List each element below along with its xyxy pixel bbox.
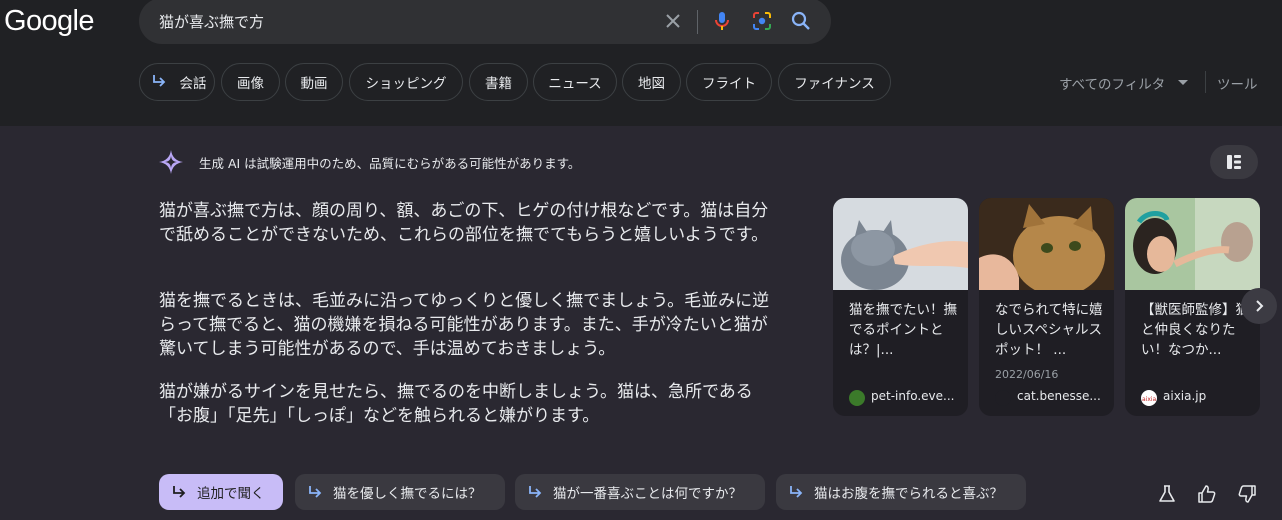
tab-videos[interactable]: 動画 [285, 63, 343, 101]
tab-label: 書籍 [485, 76, 512, 92]
tab-maps[interactable]: 地図 [622, 63, 681, 101]
reply-arrow-icon [173, 486, 186, 498]
chevron-right-icon [1256, 300, 1264, 312]
reply-arrow-icon [153, 75, 166, 87]
tab-label: フライト [702, 76, 756, 92]
layout-toggle-button[interactable] [1210, 145, 1258, 179]
tools-divider [1205, 71, 1206, 93]
card-date: 2022/06/16 [995, 368, 1059, 381]
tab-news[interactable]: ニュース [533, 63, 617, 101]
lens-icon[interactable] [750, 9, 774, 33]
source-card[interactable]: 猫を撫でたい！撫でるポイントとは？|... pet-info.eve... [833, 198, 968, 416]
thumbs-down-icon[interactable] [1237, 484, 1257, 504]
svg-text:aixia: aixia [1142, 396, 1157, 403]
tab-flights[interactable]: フライト [686, 63, 772, 101]
reply-arrow-icon [309, 486, 322, 498]
tools-button[interactable]: ツール [1217, 73, 1258, 93]
search-box[interactable]: 猫が喜ぶ撫で方 [139, 0, 831, 44]
all-filters-button[interactable]: すべてのフィルタ [1059, 73, 1165, 93]
tab-label: ファイナンス [794, 76, 875, 92]
card-source: pet-info.eve... [871, 389, 955, 403]
card-source: aixia.jp [1163, 389, 1207, 403]
followup-label: 追加で聞く [197, 486, 265, 502]
followup-label: 猫はお腹を撫でられると喜ぶ？ [814, 486, 1003, 502]
favicon [849, 390, 865, 406]
followup-label: 猫が一番喜ぶことは何ですか？ [553, 486, 742, 502]
caret-down-icon[interactable] [1178, 80, 1188, 85]
thumbs-up-icon[interactable] [1197, 484, 1217, 504]
cat-thumbnail [979, 198, 1114, 290]
tab-books[interactable]: 書籍 [469, 63, 528, 101]
ask-followup-button[interactable]: 追加で聞く [159, 474, 283, 510]
favicon: aixia [1141, 390, 1157, 406]
answer-paragraph: 猫を撫でるときは、毛並みに沿ってゆっくりと優しく撫でましょう。毛並みに逆らって撫… [159, 291, 770, 359]
tab-finance[interactable]: ファイナンス [778, 63, 891, 101]
favicon [995, 390, 1011, 406]
tab-shopping[interactable]: ショッピング [349, 63, 463, 101]
header: Google 猫が喜ぶ撫で方 会話 画像 動画 ショッピング 書籍 ニュース 地… [0, 0, 1282, 126]
search-input[interactable]: 猫が喜ぶ撫で方 [159, 11, 264, 32]
answer-paragraph: 猫が嫌がるサインを見せたら、撫でるのを中断しましょう。猫は、急所である「お腹」「… [159, 382, 753, 426]
google-logo[interactable]: Google [4, 5, 95, 38]
reply-arrow-icon [529, 486, 542, 498]
tab-label: ショッピング [365, 76, 447, 92]
followup-suggestion[interactable]: 猫はお腹を撫でられると喜ぶ？ [776, 474, 1026, 510]
card-title: なでられて特に嬉しいスペシャルスポット！ ... [995, 302, 1103, 358]
ai-notice: 生成 AI は試験運用中のため、品質にむらがある可能性があります。 [199, 156, 581, 171]
tab-images[interactable]: 画像 [221, 63, 280, 101]
next-cards-button[interactable] [1241, 288, 1277, 324]
followup-suggestion[interactable]: 猫が一番喜ぶことは何ですか？ [515, 474, 765, 510]
clear-icon[interactable] [661, 9, 685, 33]
card-title: 【獣医師監修】猫と仲良くなりたい！なつか... [1141, 302, 1249, 358]
layout-icon [1227, 155, 1241, 169]
answer-paragraph: 猫が喜ぶ撫で方は、顔の周り、額、あごの下、ヒゲの付け根などです。猫は自分で舐める… [159, 201, 769, 245]
card-title: 猫を撫でたい！撫でるポイントとは？|... [849, 302, 957, 358]
source-card[interactable]: なでられて特に嬉しいスペシャルスポット！ ... 2022/06/16 cat.… [979, 198, 1114, 416]
search-icon[interactable] [789, 9, 813, 33]
girl-and-cat-thumbnail [1125, 198, 1260, 290]
tab-conversation[interactable]: 会話 [139, 63, 215, 101]
microphone-icon[interactable] [710, 9, 734, 33]
card-source: cat.benesse... [1017, 389, 1101, 403]
followup-suggestion[interactable]: 猫を優しく撫でるには？ [295, 474, 505, 510]
tab-label: 会話 [179, 76, 207, 92]
source-card[interactable]: 【獣医師監修】猫と仲良くなりたい！なつか... aixia aixia.jp [1125, 198, 1260, 416]
tab-label: 画像 [237, 76, 264, 92]
labs-flask-icon[interactable] [1157, 484, 1177, 504]
reply-arrow-icon [790, 486, 803, 498]
tab-label: 地図 [638, 76, 665, 92]
search-divider [697, 10, 698, 34]
tab-label: 動画 [300, 76, 328, 92]
followup-label: 猫を優しく撫でるには？ [333, 486, 482, 502]
cat-thumbnail [833, 198, 968, 290]
sparkle-icon [159, 150, 183, 174]
tab-label: ニュース [548, 76, 602, 92]
